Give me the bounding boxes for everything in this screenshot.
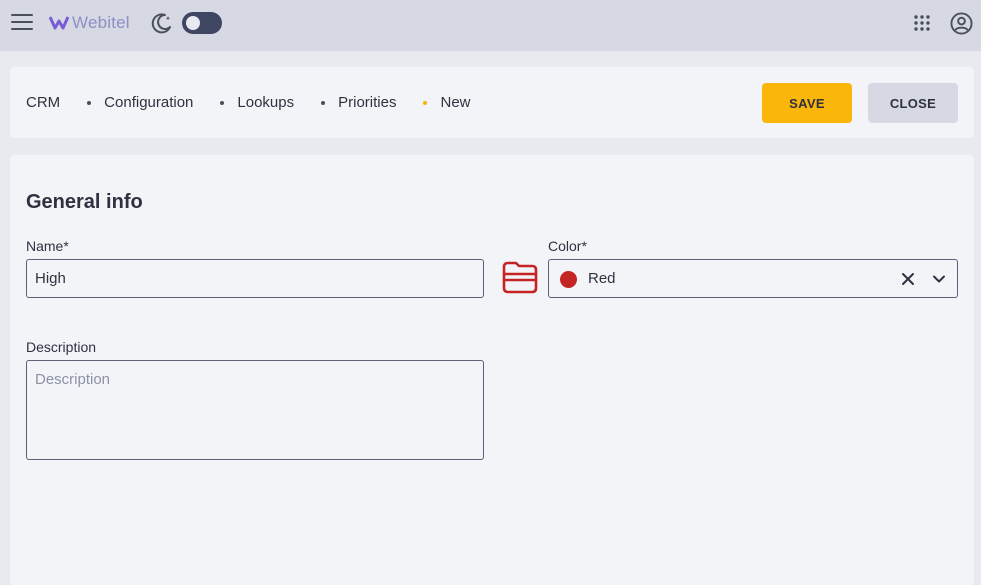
save-button[interactable]: SAVE: [762, 83, 852, 123]
breadcrumb: CRM Configuration Lookups Priorities New: [26, 67, 471, 138]
section-title: General info: [26, 191, 143, 213]
name-label: Name*: [26, 238, 69, 254]
top-bar: Webitel: [0, 0, 981, 51]
close-button[interactable]: CLOSE: [868, 83, 958, 123]
breadcrumb-item-configuration[interactable]: Configuration: [104, 94, 193, 111]
chevron-down-icon[interactable]: [931, 271, 947, 287]
clear-icon[interactable]: [900, 271, 916, 287]
menu-icon[interactable]: [11, 13, 33, 31]
breadcrumb-item-lookups[interactable]: Lookups: [237, 94, 294, 111]
breadcrumb-separator: [321, 100, 326, 105]
form-card: General info Name* Color* Red Descriptio…: [10, 155, 974, 585]
breadcrumb-item-new: New: [440, 94, 471, 111]
color-label: Color*: [548, 238, 587, 254]
description-input[interactable]: [26, 360, 484, 460]
toggle-knob: [186, 16, 200, 30]
breadcrumb-separator: [87, 100, 92, 105]
name-input[interactable]: [26, 259, 484, 298]
color-select-value: Red: [588, 270, 616, 287]
color-select[interactable]: Red: [548, 259, 958, 298]
breadcrumb-item-priorities[interactable]: Priorities: [338, 94, 396, 111]
breadcrumb-separator: [220, 100, 225, 105]
webitel-logo-icon: [49, 16, 69, 30]
color-swatch: [560, 271, 577, 288]
account-icon[interactable]: [950, 12, 973, 35]
logo-text: Webitel: [72, 13, 130, 32]
breadcrumb-separator-active: [423, 100, 428, 105]
logo[interactable]: Webitel: [49, 12, 130, 34]
header-card: CRM Configuration Lookups Priorities New…: [10, 67, 974, 138]
description-label: Description: [26, 339, 97, 355]
theme-toggle[interactable]: [182, 12, 222, 34]
breadcrumb-item-crm[interactable]: CRM: [26, 94, 60, 111]
folder-icon[interactable]: [501, 259, 539, 295]
moon-icon: [151, 13, 171, 34]
apps-grid-icon[interactable]: [913, 14, 931, 32]
